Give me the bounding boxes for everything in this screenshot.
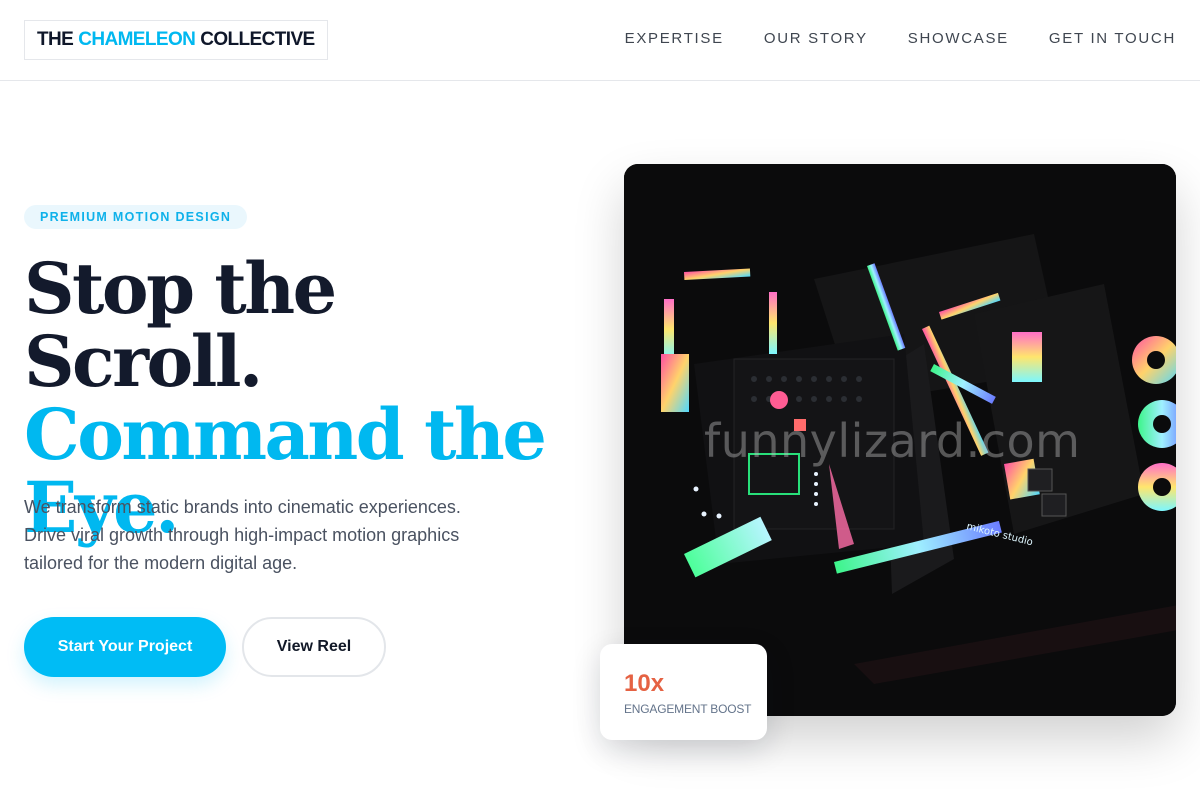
stat-card: 10x ENGAGEMENT BOOST <box>600 644 767 740</box>
hero-badge: PREMIUM MOTION DESIGN <box>24 205 248 229</box>
hero-headline-line-1: Stop the Scroll. <box>24 247 337 403</box>
nav-link-showcase[interactable]: SHOWCASE <box>908 30 1009 47</box>
nav-link-our-story[interactable]: OUR STORY <box>764 30 868 47</box>
brand-logo-part-3: COLLECTIVE <box>200 29 315 50</box>
nav-link-expertise[interactable]: EXPERTISE <box>625 30 724 47</box>
image-watermark: funnylizard.com <box>704 414 1081 468</box>
brand-logo-part-1: THE <box>37 29 74 50</box>
view-reel-button[interactable]: View Reel <box>242 617 386 677</box>
site-header: THE CHAMELEON COLLECTIVE EXPERTISE OUR S… <box>0 0 1200 81</box>
brand-logo-part-2: CHAMELEON <box>78 29 196 50</box>
nav-link-get-in-touch[interactable]: GET IN TOUCH <box>1049 30 1176 47</box>
brand-logo[interactable]: THE CHAMELEON COLLECTIVE <box>24 20 328 60</box>
stat-value: 10x <box>624 670 665 697</box>
main-nav: EXPERTISE OUR STORY SHOWCASE GET IN TOUC… <box>625 30 1176 47</box>
stat-label: ENGAGEMENT BOOST <box>624 702 752 716</box>
hero-media-image: mikoto studio funnylizard.com <box>624 164 1176 716</box>
hero-subtext: We transform static brands into cinemati… <box>24 497 461 573</box>
start-project-button[interactable]: Start Your Project <box>24 617 226 677</box>
